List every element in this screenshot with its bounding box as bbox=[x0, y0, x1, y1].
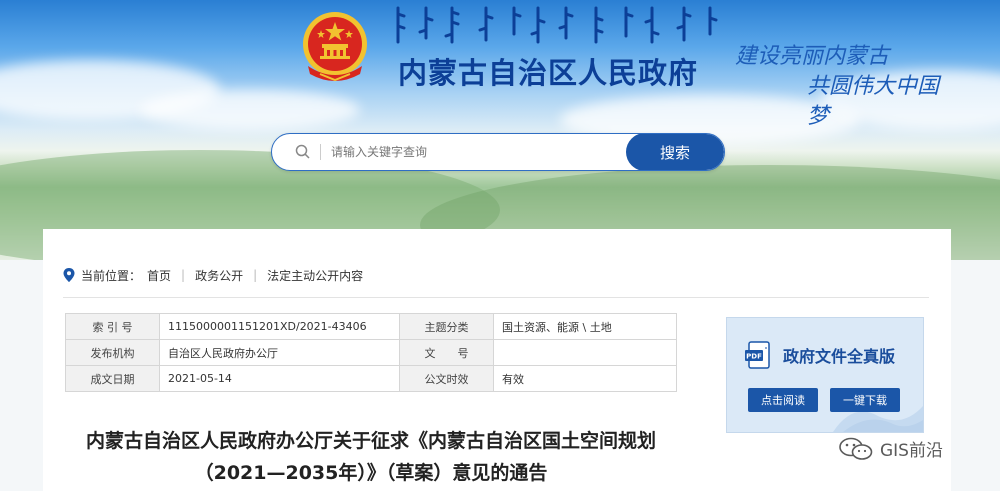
header-banner: 内蒙古自治区人民政府 建设亮丽内蒙古 共圆伟大中国梦 搜索 bbox=[0, 0, 1000, 260]
meta-key: 主题分类 bbox=[399, 313, 494, 340]
watermark-text: GIS前沿 bbox=[880, 441, 943, 461]
download-button[interactable]: 一键下载 bbox=[830, 388, 900, 412]
site-title[interactable]: 内蒙古自治区人民政府 bbox=[398, 50, 698, 92]
document-title-line-2: （2021—2035年）》（草案）意见的通告 bbox=[194, 462, 548, 484]
card-title: 政府文件全真版 bbox=[783, 347, 896, 366]
table-row: 发布机构 自治区人民政府办公厅 文 号 bbox=[65, 339, 677, 366]
document-title: 内蒙古自治区人民政府办公厅关于征求《内蒙古自治区国土空间规划 （2021—203… bbox=[65, 425, 677, 489]
search-divider bbox=[320, 144, 321, 160]
breadcrumb-home[interactable]: 首页 bbox=[147, 267, 171, 284]
meta-key: 发布机构 bbox=[65, 339, 160, 366]
mongolian-script-decoration bbox=[396, 6, 718, 44]
meta-key: 索 引 号 bbox=[65, 313, 160, 340]
card-header: PDF 政府文件全真版 bbox=[745, 340, 895, 370]
document-title-line-1: 内蒙古自治区人民政府办公厅关于征求《内蒙古自治区国土空间规划 bbox=[85, 430, 656, 452]
location-pin-icon bbox=[63, 268, 75, 282]
slogan-line-2: 共圆伟大中国梦 bbox=[807, 74, 940, 129]
breadcrumb-separator: | bbox=[253, 268, 258, 282]
meta-key: 成文日期 bbox=[65, 365, 160, 392]
document-metadata-table: 索 引 号 1115000001151201XD/2021-43406 主题分类… bbox=[65, 313, 677, 392]
content-panel: 当前位置： 首页 | 政务公开 | 法定主动公开内容 索 引 号 1115000… bbox=[43, 229, 951, 491]
watermark: GIS前沿 bbox=[838, 436, 943, 461]
breadcrumb-label: 当前位置： bbox=[81, 268, 142, 283]
breadcrumb-divider bbox=[63, 297, 929, 298]
meta-key: 公文时效 bbox=[399, 365, 494, 392]
meta-value: 自治区人民政府办公厅 bbox=[159, 339, 400, 366]
breadcrumb-separator: | bbox=[181, 268, 186, 282]
svg-text:PDF: PDF bbox=[746, 353, 762, 361]
wechat-icon bbox=[839, 437, 873, 460]
meta-value: 国土资源、能源 \ 土地 bbox=[493, 313, 677, 340]
meta-key: 文 号 bbox=[399, 339, 494, 366]
breadcrumb-gov-affairs[interactable]: 政务公开 bbox=[195, 267, 243, 284]
pdf-file-icon: PDF bbox=[745, 341, 770, 369]
official-document-card: PDF 政府文件全真版 点击阅读 一键下载 bbox=[726, 317, 924, 433]
read-button[interactable]: 点击阅读 bbox=[748, 388, 818, 412]
search-bar: 搜索 bbox=[271, 133, 725, 171]
meta-value: 1115000001151201XD/2021-43406 bbox=[159, 313, 400, 340]
breadcrumb: 当前位置： 首页 | 政务公开 | 法定主动公开内容 bbox=[63, 265, 363, 285]
search-icon bbox=[295, 144, 310, 159]
table-row: 成文日期 2021-05-14 公文时效 有效 bbox=[65, 365, 677, 392]
slogan-line-1: 建设亮丽内蒙古 bbox=[735, 44, 890, 69]
meta-value bbox=[493, 339, 677, 366]
search-input[interactable] bbox=[331, 145, 626, 159]
slogan: 建设亮丽内蒙古 共圆伟大中国梦 bbox=[735, 42, 955, 132]
national-emblem-icon bbox=[303, 12, 367, 82]
breadcrumb-statutory-content[interactable]: 法定主动公开内容 bbox=[267, 267, 363, 284]
meta-value: 有效 bbox=[493, 365, 677, 392]
search-button[interactable]: 搜索 bbox=[626, 134, 724, 170]
table-row: 索 引 号 1115000001151201XD/2021-43406 主题分类… bbox=[65, 313, 677, 340]
meta-value: 2021-05-14 bbox=[159, 365, 400, 392]
